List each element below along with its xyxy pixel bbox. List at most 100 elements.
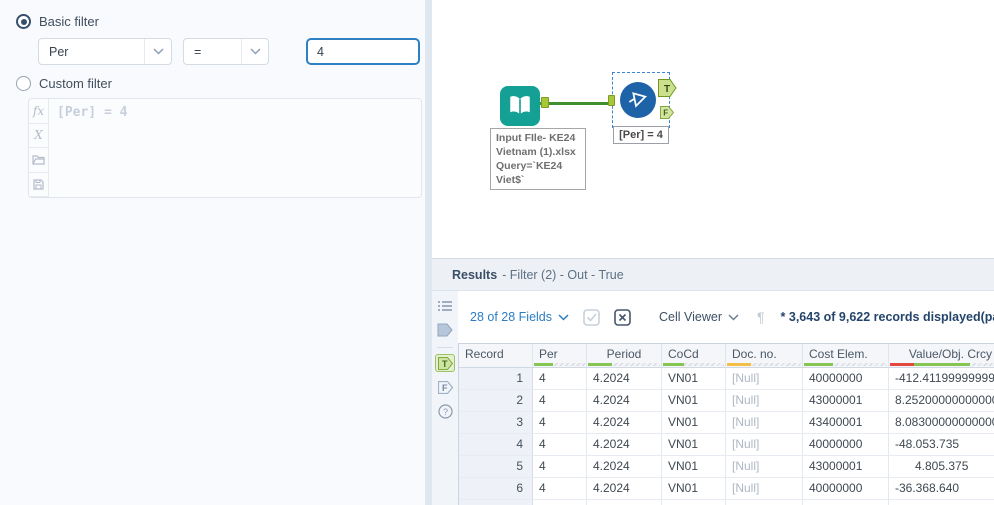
cell-period[interactable]: 4.2024	[587, 368, 662, 390]
column-header-period[interactable]: Period	[587, 344, 662, 368]
custom-filter-radio[interactable]: Custom filter	[16, 76, 112, 91]
input-tool-output-anchor[interactable]	[541, 97, 549, 108]
cell-per[interactable]: 4	[533, 390, 587, 412]
cell-record[interactable]: 3	[459, 412, 533, 434]
save-expression-icon[interactable]	[29, 173, 48, 197]
input-data-tool[interactable]	[500, 86, 540, 126]
true-output-anchor[interactable]: T	[658, 79, 677, 97]
function-icon[interactable]: fx	[29, 99, 48, 124]
cell-doc[interactable]: [Null]	[726, 434, 803, 456]
filter-field-dropdown[interactable]: Per	[38, 38, 172, 65]
cell-record[interactable]: 6	[459, 478, 533, 500]
cell-cost[interactable]: 43000001	[803, 456, 889, 478]
variable-icon[interactable]: X	[29, 124, 48, 148]
cell-period[interactable]: 4.2024	[587, 500, 662, 505]
panel-splitter[interactable]	[425, 0, 432, 505]
expression-placeholder: [Per] = 4	[57, 105, 128, 120]
results-title-detail: - Filter (2) - Out - True	[502, 267, 624, 282]
cell-value[interactable]: 1.455.040	[889, 500, 994, 505]
cell-per[interactable]: 4	[533, 368, 587, 390]
column-header-value[interactable]: Value/Obj. Crcy	[889, 344, 994, 368]
cell-cost[interactable]: 40000000	[803, 434, 889, 456]
workflow-canvas[interactable]: Input FIle- KE24 Vietnam (1).xlsx Query=…	[432, 0, 994, 258]
filter-tool-annotation[interactable]: [Per] = 4	[613, 126, 669, 144]
filter-tool[interactable]	[620, 82, 656, 118]
cell-doc[interactable]: [Null]	[726, 412, 803, 434]
help-icon[interactable]: ?	[435, 402, 455, 420]
chevron-down-icon[interactable]	[144, 39, 171, 64]
cell-value[interactable]: -48.053.735	[889, 434, 994, 456]
cell-per[interactable]: 4	[533, 478, 587, 500]
cell-period[interactable]: 4.2024	[587, 478, 662, 500]
cell-record[interactable]: 4	[459, 434, 533, 456]
cell-record[interactable]: 1	[459, 368, 533, 390]
open-expression-icon[interactable]	[29, 148, 48, 173]
cell-cost[interactable]: 43400001	[803, 412, 889, 434]
cell-per[interactable]: 4	[533, 412, 587, 434]
cell-cocd[interactable]: VN01	[662, 390, 726, 412]
cell-period[interactable]: 4.2024	[587, 434, 662, 456]
false-output-tab[interactable]: F	[435, 378, 455, 396]
cell-period[interactable]: 4.2024	[587, 390, 662, 412]
column-header-record[interactable]: Record	[459, 344, 533, 368]
radio-selected-icon[interactable]	[16, 14, 31, 29]
connection-tag-icon[interactable]	[435, 321, 455, 339]
svg-text:F: F	[442, 383, 448, 393]
cell-cocd[interactable]: VN01	[662, 500, 726, 505]
cell-per[interactable]: 4	[533, 500, 587, 505]
filter-operator-dropdown[interactable]: =	[183, 38, 269, 65]
pilcrow-icon[interactable]: ¶	[757, 309, 765, 325]
records-summary: * 3,643 of 9,622 records displayed(parti…	[780, 310, 994, 324]
false-output-anchor[interactable]: F	[660, 106, 674, 119]
cell-record[interactable]: 5	[459, 456, 533, 478]
svg-text:?: ?	[443, 407, 448, 417]
cell-doc[interactable]: [Null]	[726, 500, 803, 505]
cell-cocd[interactable]: VN01	[662, 434, 726, 456]
select-fields-check-icon[interactable]	[583, 308, 600, 326]
cell-record[interactable]: 7	[459, 500, 533, 505]
cell-per[interactable]: 4	[533, 434, 587, 456]
data-quality-bar	[804, 363, 887, 366]
metadata-list-icon[interactable]	[435, 297, 455, 315]
filter-tool-input-anchor[interactable]	[608, 95, 615, 106]
cell-cocd[interactable]: VN01	[662, 456, 726, 478]
true-output-tab[interactable]: T	[435, 354, 455, 372]
cell-doc[interactable]: [Null]	[726, 478, 803, 500]
cell-cocd[interactable]: VN01	[662, 412, 726, 434]
cell-cocd[interactable]: VN01	[662, 368, 726, 390]
cell-value[interactable]: 8.08300000000000000	[889, 412, 994, 434]
cell-per[interactable]: 4	[533, 456, 587, 478]
funnel-icon	[628, 92, 647, 108]
column-header-doc[interactable]: Doc. no.	[726, 344, 803, 368]
cell-cocd[interactable]: VN01	[662, 478, 726, 500]
filter-value-input[interactable]: 4	[306, 38, 420, 65]
cell-value[interactable]: 4.805.375	[889, 456, 994, 478]
cell-doc[interactable]: [Null]	[726, 456, 803, 478]
basic-filter-radio[interactable]: Basic filter	[16, 14, 99, 29]
cell-period[interactable]: 4.2024	[587, 456, 662, 478]
chevron-down-icon	[728, 313, 739, 321]
cell-period[interactable]: 4.2024	[587, 412, 662, 434]
table-row: 2 4 4.2024 VN01 [Null] 43000001 8.252000000000…	[459, 390, 994, 412]
chevron-down-icon[interactable]	[241, 39, 268, 64]
column-header-cost[interactable]: Cost Elem.	[803, 344, 889, 368]
cell-record[interactable]: 2	[459, 390, 533, 412]
cell-value[interactable]: -36.368.640	[889, 478, 994, 500]
cell-value[interactable]: 8.25200000000000000	[889, 390, 994, 412]
input-tool-annotation[interactable]: Input FIle- KE24 Vietnam (1).xlsx Query=…	[490, 128, 586, 190]
column-header-cocd[interactable]: CoCd	[662, 344, 726, 368]
cell-cost[interactable]: 43000001	[803, 390, 889, 412]
cell-cost[interactable]: 40000000	[803, 368, 889, 390]
cell-cost[interactable]: 40000000	[803, 478, 889, 500]
cell-value[interactable]: -412.4119999999999	[889, 368, 994, 390]
cell-viewer-dropdown[interactable]: Cell Viewer	[659, 310, 739, 324]
cell-doc[interactable]: [Null]	[726, 390, 803, 412]
cell-doc[interactable]: [Null]	[726, 368, 803, 390]
custom-filter-expression-editor[interactable]: fx X [Per] = 4	[28, 98, 422, 198]
basic-filter-label: Basic filter	[39, 14, 99, 29]
deselect-fields-icon[interactable]	[614, 308, 631, 326]
radio-unselected-icon[interactable]	[16, 76, 31, 91]
fields-dropdown[interactable]: 28 of 28 Fields	[470, 310, 569, 324]
column-header-per[interactable]: Per	[533, 344, 587, 368]
cell-cost[interactable]: 43000001	[803, 500, 889, 505]
